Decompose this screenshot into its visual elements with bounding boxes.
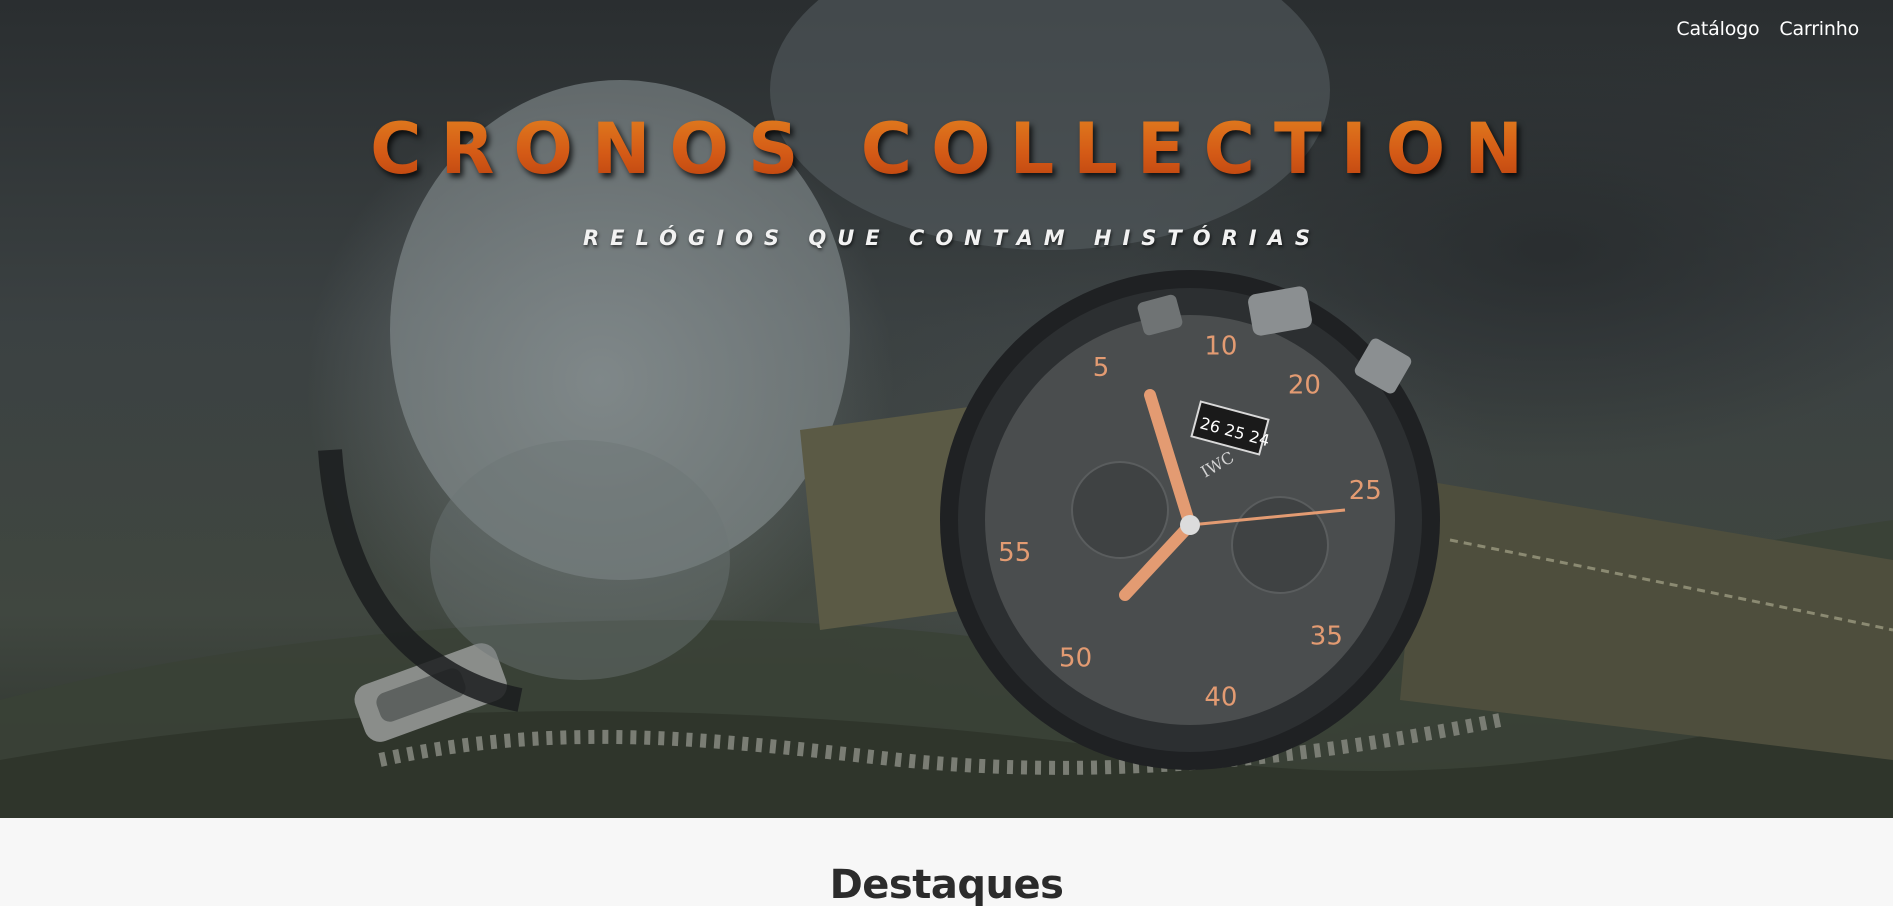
brand-title: CRONOS COLLECTION [0, 108, 1893, 190]
featured-heading: Destaques [829, 862, 1064, 906]
dial-numeral: 25 [1349, 476, 1382, 506]
dial-numeral: 50 [1059, 643, 1092, 673]
top-nav: Catálogo Carrinho [1676, 18, 1859, 40]
dial-numeral: 20 [1288, 371, 1321, 401]
nav-link-catalogo[interactable]: Catálogo [1676, 18, 1759, 40]
nav-link-carrinho[interactable]: Carrinho [1779, 18, 1859, 40]
dial-numeral: 40 [1204, 682, 1237, 712]
hero-tagline: RELÓGIOS QUE CONTAM HISTÓRIAS [583, 226, 1321, 250]
dial-numeral: 5 [1093, 353, 1110, 383]
dial-numeral: 10 [1204, 332, 1237, 362]
dial-numeral: 35 [1310, 621, 1343, 651]
dial-numeral: 55 [998, 538, 1031, 568]
